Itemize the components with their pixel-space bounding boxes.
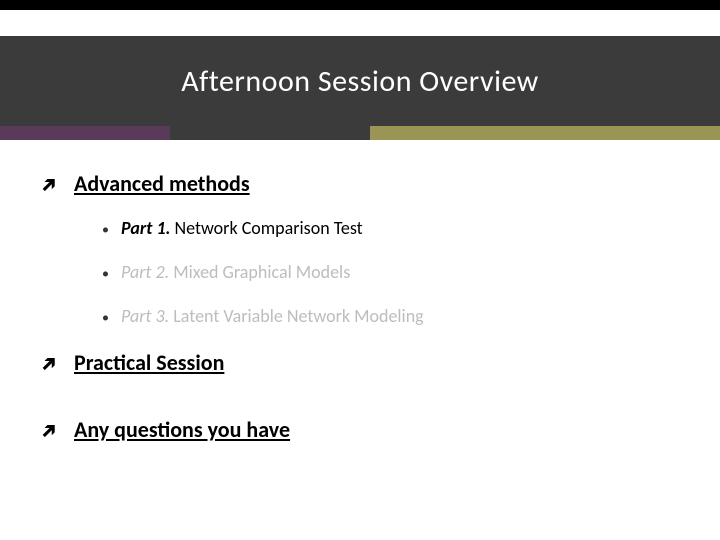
- arrow-icon: ➔: [34, 348, 64, 378]
- list-item: • Part 3. Latent Variable Network Modeli…: [102, 305, 680, 327]
- part-text: Mixed Graphical Models: [169, 261, 350, 283]
- part-label: Part 1.: [121, 217, 170, 239]
- list-item: • Part 1. Network Comparison Test: [102, 217, 680, 239]
- arrow-icon: ➔: [34, 415, 64, 445]
- accent-gray: [170, 126, 370, 140]
- section-label: Any questions you have: [74, 416, 290, 443]
- bullet-icon: •: [102, 223, 109, 237]
- section-label: Advanced methods: [74, 170, 250, 197]
- part-label: Part 3.: [121, 305, 169, 327]
- section-label: Practical Session: [74, 349, 224, 376]
- part-text: Network Comparison Test: [170, 217, 362, 239]
- sub-list: • Part 1. Network Comparison Test • Part…: [40, 217, 680, 327]
- list-item: • Part 2. Mixed Graphical Models: [102, 261, 680, 283]
- bullet-icon: •: [102, 267, 109, 281]
- top-bar: [0, 0, 720, 10]
- part-text: Latent Variable Network Modeling: [169, 305, 423, 327]
- section-any-questions: ➔ Any questions you have: [40, 416, 680, 443]
- accent-purple: [0, 126, 170, 140]
- content: ➔ Advanced methods • Part 1. Network Com…: [0, 140, 720, 443]
- bullet-icon: •: [102, 311, 109, 325]
- part-label: Part 2.: [121, 261, 169, 283]
- header: Afternoon Session Overview: [0, 0, 720, 140]
- slide-title: Afternoon Session Overview: [181, 63, 538, 100]
- arrow-icon: ➔: [34, 169, 64, 199]
- section-advanced-methods: ➔ Advanced methods: [40, 170, 680, 197]
- accent-row: [0, 126, 720, 140]
- spacer: [0, 10, 720, 36]
- title-band: Afternoon Session Overview: [0, 36, 720, 126]
- accent-olive: [370, 126, 720, 140]
- section-practical-session: ➔ Practical Session: [40, 349, 680, 376]
